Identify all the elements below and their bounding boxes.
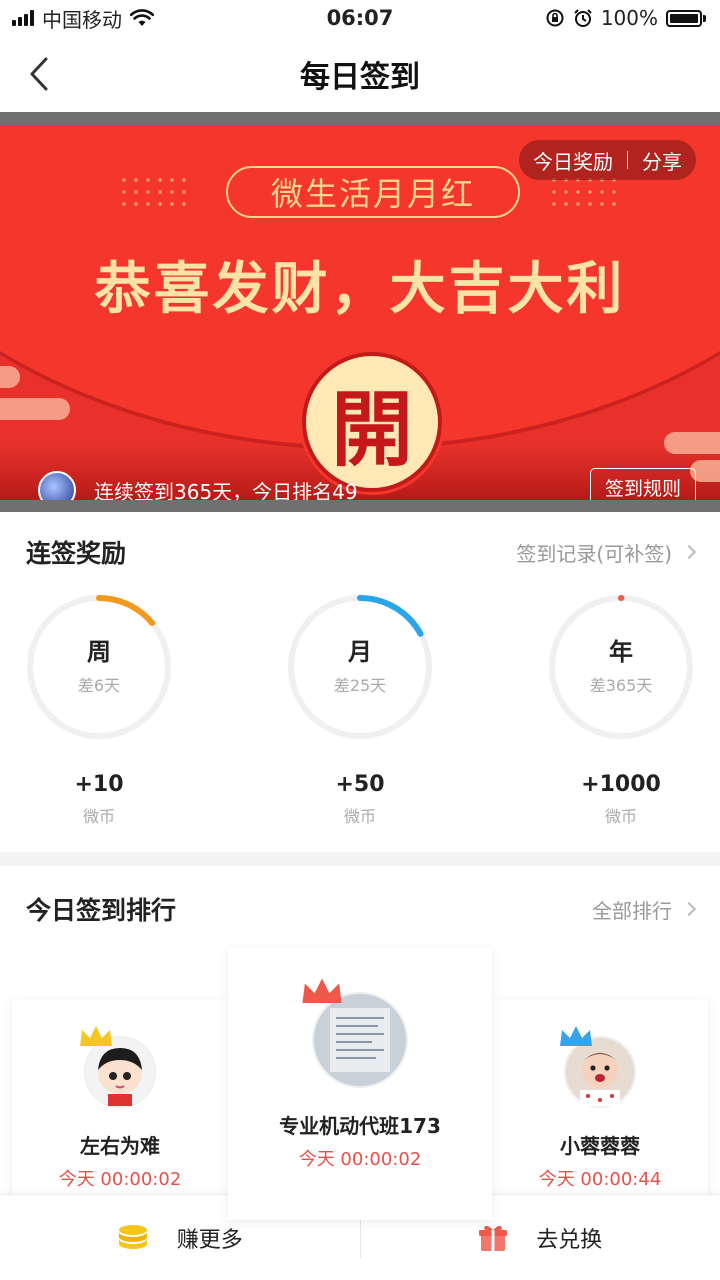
rank-card-3[interactable]: 小蓉蓉蓉 今天 00:00:44 <box>492 1000 708 1220</box>
avatar <box>80 1026 156 1108</box>
reward-remaining: 差365天 <box>589 676 653 695</box>
rank-card-2[interactable]: 左右为难 今天 00:00:02 <box>12 1000 228 1220</box>
reward-remaining: 差6天 <box>77 676 121 695</box>
rank-name: 专业机动代班173 <box>279 1114 441 1138</box>
coins-icon <box>118 1224 147 1249</box>
rank-name: 左右为难 <box>80 1134 160 1158</box>
divider <box>627 151 628 169</box>
reward-week: 周 差6天 +10 微币 <box>24 592 184 827</box>
chevron-right-icon <box>681 901 697 917</box>
reward-amount: +10 <box>74 772 124 797</box>
rank-time: 今天 00:00:44 <box>538 1169 662 1190</box>
decor-dots-left <box>118 174 192 210</box>
status-left: 中国移动 <box>12 4 154 33</box>
cloud-decor <box>664 432 720 454</box>
envelope-slogan: 恭喜发财，大吉大利 <box>94 257 626 322</box>
nav-bar: 每日签到 <box>0 36 720 112</box>
rotation-lock-icon <box>546 9 564 27</box>
rank-time: 今天 00:00:02 <box>298 1149 422 1170</box>
rewards-title: 连签奖励 <box>26 539 127 568</box>
rank-name: 小蓉蓉蓉 <box>560 1134 640 1158</box>
reward-unit: 微币 <box>343 807 376 826</box>
red-envelope-banner: 微生活月月红 恭喜发财，大吉大利 今日奖励 分享 開 连续签到365天，今日排名… <box>0 112 720 512</box>
cloud-decor <box>0 366 20 388</box>
reward-label: 周 <box>87 638 111 666</box>
rank-card-1[interactable]: 专业机动代班173 今天 00:00:02 <box>228 948 492 1220</box>
crown-icon <box>302 978 342 1003</box>
progress-ring: 月 差25天 <box>285 592 435 742</box>
signal-icon <box>12 10 34 26</box>
reward-amount: +1000 <box>581 772 661 797</box>
ranking-title: 今日签到排行 <box>26 896 177 925</box>
all-ranking-label: 全部排行 <box>592 898 672 923</box>
ring-svg <box>288 595 432 739</box>
back-icon[interactable] <box>22 54 58 94</box>
reward-label: 月 <box>348 638 372 666</box>
exchange-label: 去兑换 <box>536 1227 603 1253</box>
rewards-header: 连签奖励 签到记录(可补签) <box>0 512 720 592</box>
alarm-icon <box>574 9 592 27</box>
reward-year: 年 差365天 +1000 微币 <box>546 592 706 827</box>
sign-record-link[interactable]: 签到记录(可补签) <box>516 538 697 567</box>
reward-remaining: 差25天 <box>333 676 387 695</box>
avatar <box>38 471 76 500</box>
ring-svg <box>27 595 171 739</box>
avatar <box>302 978 408 1088</box>
share-link[interactable]: 分享 <box>642 146 682 175</box>
ring-svg <box>549 595 693 739</box>
status-right: 100% <box>545 6 706 30</box>
envelope-title: 微生活月月红 <box>226 166 520 218</box>
crown-icon <box>80 1026 112 1046</box>
streak-rewards-card: 连签奖励 签到记录(可补签) 周 差6天 +10 微币 月 差25天 +50 微… <box>0 512 720 852</box>
earn-more-label: 赚更多 <box>176 1227 243 1253</box>
gift-icon <box>479 1225 508 1251</box>
reward-share-pill: 今日奖励 分享 <box>519 140 696 180</box>
crown-icon <box>560 1026 592 1046</box>
today-reward-link[interactable]: 今日奖励 <box>533 146 613 175</box>
all-ranking-link[interactable]: 全部排行 <box>592 895 697 924</box>
progress-ring: 周 差6天 <box>24 592 174 742</box>
reward-amount: +50 <box>335 772 385 797</box>
wifi-icon <box>130 9 154 26</box>
progress-ring: 年 差365天 <box>546 592 696 742</box>
daily-ranking-card: 今日签到排行 全部排行 左右为难 今天 00:00:02 小蓉蓉蓉 今天 00:… <box>0 866 720 1220</box>
battery-icon <box>666 9 706 27</box>
rank-time: 今天 00:00:02 <box>58 1169 182 1190</box>
page-title: 每日签到 <box>300 60 420 95</box>
sign-record-label: 签到记录(可补签) <box>516 541 672 566</box>
reward-month: 月 差25天 +50 微币 <box>285 592 445 827</box>
reward-label: 年 <box>609 638 633 666</box>
battery-percent: 100% <box>600 6 658 30</box>
cloud-decor <box>0 398 70 420</box>
rewards-row: 周 差6天 +10 微币 月 差25天 +50 微币 年 差365天 +1000… <box>0 592 720 856</box>
streak-text: 连续签到365天，今日排名49 <box>94 479 358 501</box>
reward-unit: 微币 <box>82 807 115 826</box>
reward-unit: 微币 <box>604 807 637 826</box>
ranking-header: 今日签到排行 全部排行 <box>0 866 720 952</box>
status-bar: 中国移动 06:07 100% <box>0 0 720 36</box>
ranking-podium: 左右为难 今天 00:00:02 小蓉蓉蓉 今天 00:00:44 专业机动代班… <box>0 948 720 1220</box>
avatar <box>560 1026 636 1108</box>
chevron-right-icon <box>681 544 697 560</box>
envelope: 微生活月月红 恭喜发财，大吉大利 今日奖励 分享 開 连续签到365天，今日排名… <box>0 126 720 500</box>
sign-rule-button[interactable]: 签到规则 <box>590 468 696 500</box>
carrier-label: 中国移动 <box>42 7 122 32</box>
